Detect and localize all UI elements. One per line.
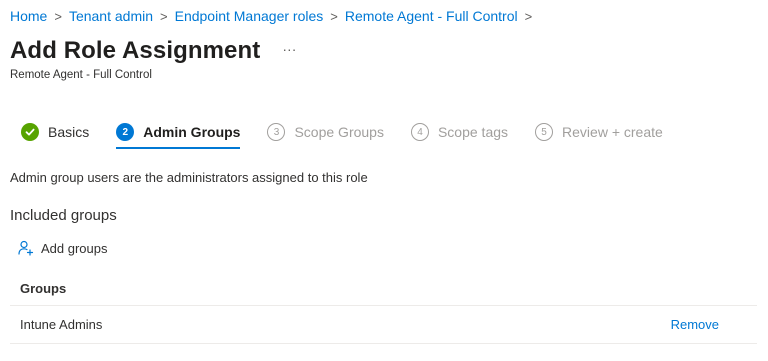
tab-basics-label: Basics (48, 124, 90, 140)
breadcrumb-endpoint-manager-roles[interactable]: Endpoint Manager roles (175, 8, 324, 24)
remove-link[interactable]: Remove (671, 317, 719, 332)
add-groups-label: Add groups (41, 240, 108, 256)
groups-table: Groups Intune Admins Remove (10, 272, 757, 344)
add-groups-button[interactable]: Add groups (18, 240, 108, 256)
tab-admin-groups-label: Admin Groups (143, 124, 241, 140)
column-header-groups: Groups (20, 281, 67, 296)
breadcrumb-separator-icon: > (160, 8, 168, 24)
breadcrumb-separator-icon: > (330, 8, 338, 24)
group-name: Intune Admins (20, 317, 103, 332)
step-number-3: 3 (267, 123, 286, 141)
step-number-2: 2 (116, 123, 135, 141)
breadcrumb-separator-icon: > (54, 8, 62, 24)
page: Home > Tenant admin > Endpoint Manager r… (0, 0, 768, 361)
tab-scope-tags[interactable]: 4 Scope tags (410, 123, 509, 149)
step-number-4: 4 (410, 123, 429, 141)
breadcrumb-remote-agent[interactable]: Remote Agent - Full Control (345, 8, 518, 24)
page-subtitle: Remote Agent - Full Control (10, 69, 152, 81)
breadcrumb-tenant-admin[interactable]: Tenant admin (69, 8, 153, 24)
tab-scope-groups-label: Scope Groups (294, 124, 384, 140)
title-row: Add Role Assignment ··· (10, 37, 296, 65)
tab-scope-tags-label: Scope tags (437, 124, 509, 140)
page-title: Add Role Assignment (10, 37, 261, 64)
add-person-icon (18, 240, 34, 256)
table-row: Intune Admins Remove (10, 306, 757, 344)
tab-scope-groups[interactable]: 3 Scope Groups (267, 123, 384, 149)
breadcrumb-separator-icon: > (524, 8, 533, 24)
wizard-steps: Basics 2 Admin Groups 3 Scope Groups 4 S… (21, 123, 690, 149)
breadcrumb: Home > Tenant admin > Endpoint Manager r… (10, 8, 539, 24)
breadcrumb-home[interactable]: Home (10, 8, 47, 24)
table-header: Groups (10, 272, 757, 306)
tab-basics[interactable]: Basics (21, 123, 89, 149)
tab-review-create-label: Review + create (562, 124, 663, 140)
step-description: Admin group users are the administrators… (10, 170, 368, 185)
checkmark-icon (21, 123, 39, 141)
more-options-button[interactable]: ··· (282, 42, 296, 58)
tab-admin-groups[interactable]: 2 Admin Groups (116, 123, 241, 149)
step-number-5: 5 (535, 123, 554, 141)
included-groups-heading: Included groups (10, 207, 117, 224)
tab-review-create[interactable]: 5 Review + create (535, 123, 663, 149)
